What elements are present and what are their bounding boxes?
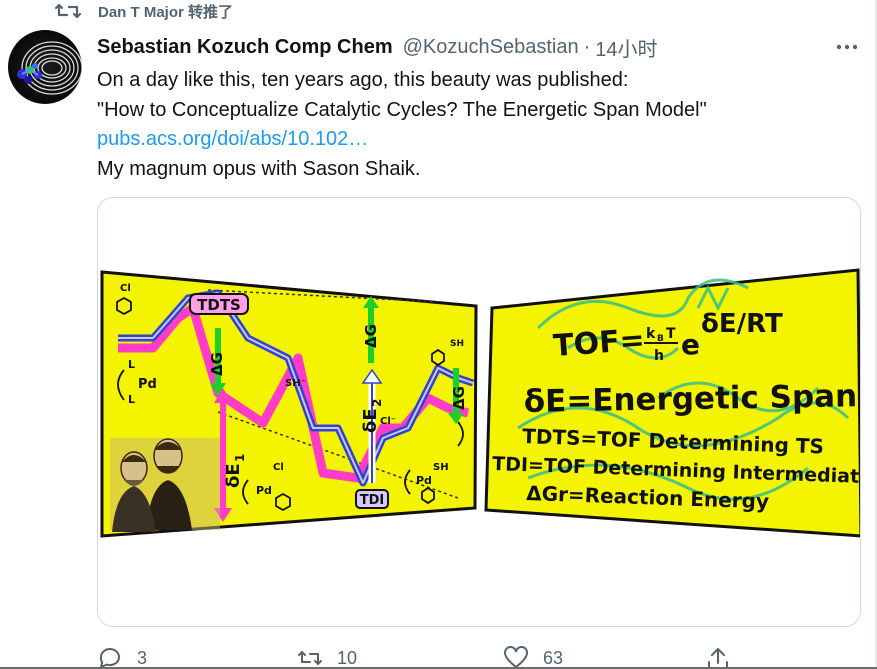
tweet-header: Sebastian Kozuch Comp Chem @KozuchSebast… xyxy=(97,33,857,62)
e-label: e xyxy=(681,328,700,361)
delta-gr-label-1: ΔG xyxy=(208,352,226,376)
tweet-text: On a day like this, ten years ago, this … xyxy=(97,66,857,184)
author-name[interactable]: Sebastian Kozuch Comp Chem xyxy=(97,36,393,59)
retweet-button[interactable]: 10 xyxy=(297,646,357,669)
pd-label: Pd xyxy=(256,484,272,497)
energetic-span-label: δE=Energetic Span xyxy=(524,378,858,420)
tof-label: TOF= xyxy=(552,323,646,364)
ligand-label: L xyxy=(128,393,135,406)
retweet-indicator[interactable]: Dan T Major 转推了 xyxy=(54,0,233,22)
t-label: T xyxy=(666,326,676,342)
retweet-icon xyxy=(298,651,322,665)
cl-minus-label: Cl⁻ xyxy=(380,416,396,427)
sh-label: SH xyxy=(433,462,449,473)
delta-e2-subscript: 2 xyxy=(370,399,384,407)
more-options-icon[interactable] xyxy=(835,38,859,56)
share-button[interactable] xyxy=(705,646,745,669)
reply-button[interactable]: 3 xyxy=(97,646,147,669)
like-button[interactable]: 63 xyxy=(503,646,563,669)
kb-label: k xyxy=(646,326,656,342)
author-handle[interactable]: @KozuchSebastian xyxy=(403,36,579,59)
exponent-label: δE/RT xyxy=(701,309,783,339)
tweet-actions: 3 10 63 xyxy=(97,640,777,669)
delta-gr-label-2: ΔG xyxy=(362,324,380,348)
avatar[interactable] xyxy=(8,30,82,104)
pd-label: Pd xyxy=(416,474,432,487)
sh-minus-label: SH⁻ xyxy=(285,378,306,389)
tweet-image[interactable]: TDTS TDI δE 1 δE 2 ΔG ΔG ΔG Cl Pd L L SH… xyxy=(97,197,861,627)
header-separator: · xyxy=(583,35,591,58)
avatar-image xyxy=(17,41,82,95)
tweet-text-line: On a day like this, ten years ago, this … xyxy=(97,69,629,91)
delta-e1-label: δE xyxy=(223,463,244,488)
pd-label: Pd xyxy=(138,377,157,392)
tweet-text-line: "How to Conceptualize Catalytic Cycles? … xyxy=(97,98,707,121)
share-icon xyxy=(708,648,728,669)
like-count: 63 xyxy=(543,647,564,668)
retweeted-by-label: Dan T Major 转推了 xyxy=(98,3,234,21)
delta-e1-subscript: 1 xyxy=(233,454,247,462)
reply-icon xyxy=(99,648,120,669)
ligand-label: L xyxy=(128,358,135,371)
retweet-count: 10 xyxy=(337,647,358,668)
scientist-portraits xyxy=(110,438,220,532)
cl-label: Cl xyxy=(120,283,131,294)
tdts-label: TDTS xyxy=(197,296,241,314)
sh-label: SH xyxy=(450,339,464,349)
retweet-icon xyxy=(54,1,82,21)
reply-count: 3 xyxy=(137,647,148,668)
delta-gr-label-3: ΔG xyxy=(450,386,468,410)
heart-icon xyxy=(504,646,528,669)
h-label: h xyxy=(654,348,664,364)
tdi-label: TDI xyxy=(360,493,385,508)
energetic-span-figure: TDTS TDI δE 1 δE 2 ΔG ΔG ΔG Cl Pd L L SH… xyxy=(100,268,860,538)
tweet-text-line: My magnum opus with Sason Shaik. xyxy=(97,157,421,180)
tweet-timestamp[interactable]: 14小时 xyxy=(595,33,657,62)
tweet-link[interactable]: pubs.acs.org/doi/abs/10.102… xyxy=(97,125,857,155)
cl-label: Cl xyxy=(273,462,284,473)
delta-e2-label: δE xyxy=(360,408,381,433)
